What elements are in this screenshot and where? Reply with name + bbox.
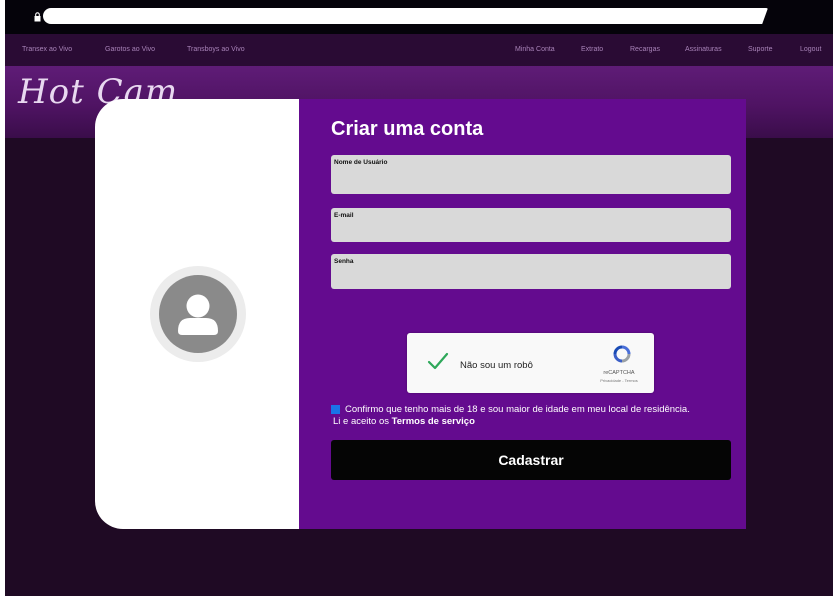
submit-button[interactable]: Cadastrar [331, 440, 731, 480]
age-confirm-text: Confirmo que tenho mais de 18 e sou maio… [333, 404, 690, 427]
user-avatar-icon[interactable] [159, 275, 237, 353]
captcha-label: Não sou um robô [460, 360, 533, 371]
password-label: Senha [334, 258, 354, 265]
email-input[interactable] [331, 220, 731, 240]
email-label: E-mail [334, 212, 354, 219]
nav-assinaturas[interactable]: Assinaturas [685, 46, 722, 53]
password-field[interactable]: Senha [331, 254, 731, 289]
signup-modal: Criar uma conta Nome de Usuário E-mail S… [95, 99, 746, 529]
signup-form-panel: Criar uma conta Nome de Usuário E-mail S… [299, 99, 746, 529]
recaptcha-logo-icon [613, 345, 631, 363]
address-bar [5, 0, 833, 34]
username-input[interactable] [331, 167, 731, 192]
url-field[interactable] [43, 8, 768, 24]
nav-transboys-ao-vivo[interactable]: Transboys ao Vivo [187, 46, 245, 53]
form-title: Criar uma conta [331, 118, 484, 140]
nav-minha-conta[interactable]: Minha Conta [515, 46, 555, 53]
top-navigation: Transex ao Vivo Garotos ao Vivo Transboy… [5, 34, 833, 66]
recaptcha-links[interactable]: Privacidade - Termos [585, 378, 653, 383]
username-label: Nome de Usuário [334, 159, 388, 166]
checkmark-icon[interactable] [427, 351, 449, 371]
username-field[interactable]: Nome de Usuário [331, 155, 731, 194]
email-field[interactable]: E-mail [331, 208, 731, 242]
password-input[interactable] [331, 266, 731, 287]
browser-frame: Transex ao Vivo Garotos ao Vivo Transboy… [5, 0, 833, 596]
nav-extrato[interactable]: Extrato [581, 46, 603, 53]
nav-garotos-ao-vivo[interactable]: Garotos ao Vivo [105, 46, 155, 53]
nav-transex-ao-vivo[interactable]: Transex ao Vivo [22, 46, 72, 53]
terms-link[interactable]: Termos de serviço [392, 416, 475, 427]
modal-avatar-panel [95, 99, 299, 529]
lock-icon [34, 12, 41, 22]
nav-logout[interactable]: Logout [800, 46, 821, 53]
recaptcha-widget[interactable]: Não sou um robô reCAPTCHA Privacidade - … [407, 333, 654, 393]
recaptcha-brand: reCAPTCHA [603, 370, 635, 376]
nav-recargas[interactable]: Recargas [630, 46, 660, 53]
avatar-ring [150, 266, 246, 362]
nav-suporte[interactable]: Suporte [748, 46, 773, 53]
age-confirm-label: Confirmo que tenho mais de 18 e sou maio… [333, 404, 693, 428]
